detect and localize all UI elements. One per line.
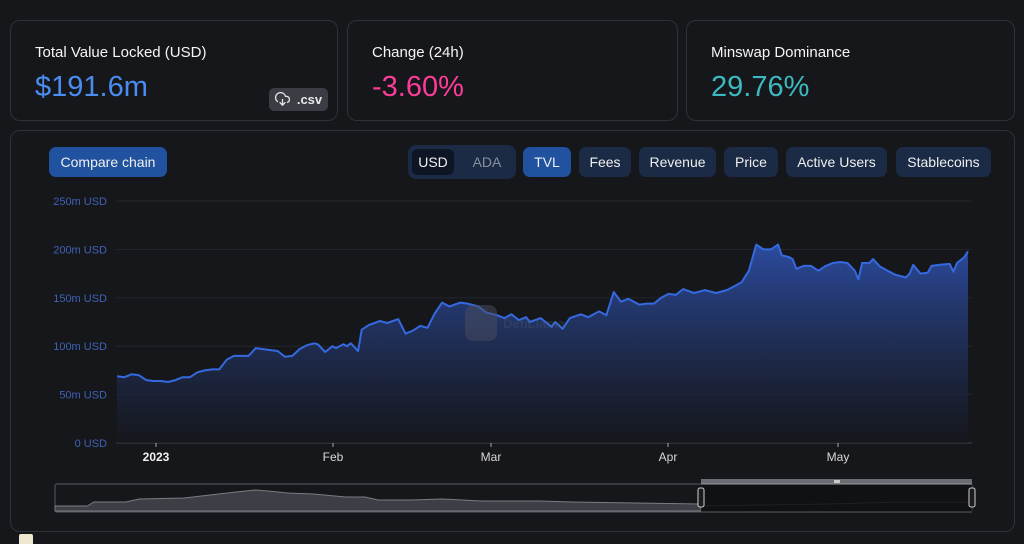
compare-chain-button[interactable]: Compare chain [49, 147, 167, 177]
unit-ada-option[interactable]: ADA [466, 149, 508, 175]
taskbar-item-icon [19, 534, 33, 544]
csv-label: .csv [296, 92, 323, 107]
unit-usd-option[interactable]: USD [412, 149, 454, 175]
tab-fees[interactable]: Fees [579, 147, 631, 177]
change-card: Change (24h) -3.60% [347, 20, 678, 121]
tvl-value: $191.6m [35, 71, 148, 103]
tab-price[interactable]: Price [724, 147, 778, 177]
tab-active-users[interactable]: Active Users [786, 147, 887, 177]
change-label: Change (24h) [372, 44, 464, 61]
dominance-label: Minswap Dominance [711, 44, 851, 61]
unit-toggle: USD ADA [408, 145, 516, 179]
dominance-card: Minswap Dominance 29.76% [686, 20, 1015, 121]
chart-card: Compare chain USD ADA TVL Fees Revenue P… [10, 130, 1015, 532]
tab-revenue[interactable]: Revenue [639, 147, 716, 177]
cloud-download-icon [274, 92, 290, 106]
tab-tvl[interactable]: TVL [523, 147, 571, 177]
change-value: -3.60% [372, 71, 464, 103]
tvl-card: Total Value Locked (USD) $191.6m .csv [10, 20, 338, 121]
dominance-value: 29.76% [711, 71, 810, 103]
tvl-label: Total Value Locked (USD) [35, 44, 207, 61]
tab-stablecoins[interactable]: Stablecoins [896, 147, 991, 177]
download-csv-button[interactable]: .csv [269, 88, 328, 111]
